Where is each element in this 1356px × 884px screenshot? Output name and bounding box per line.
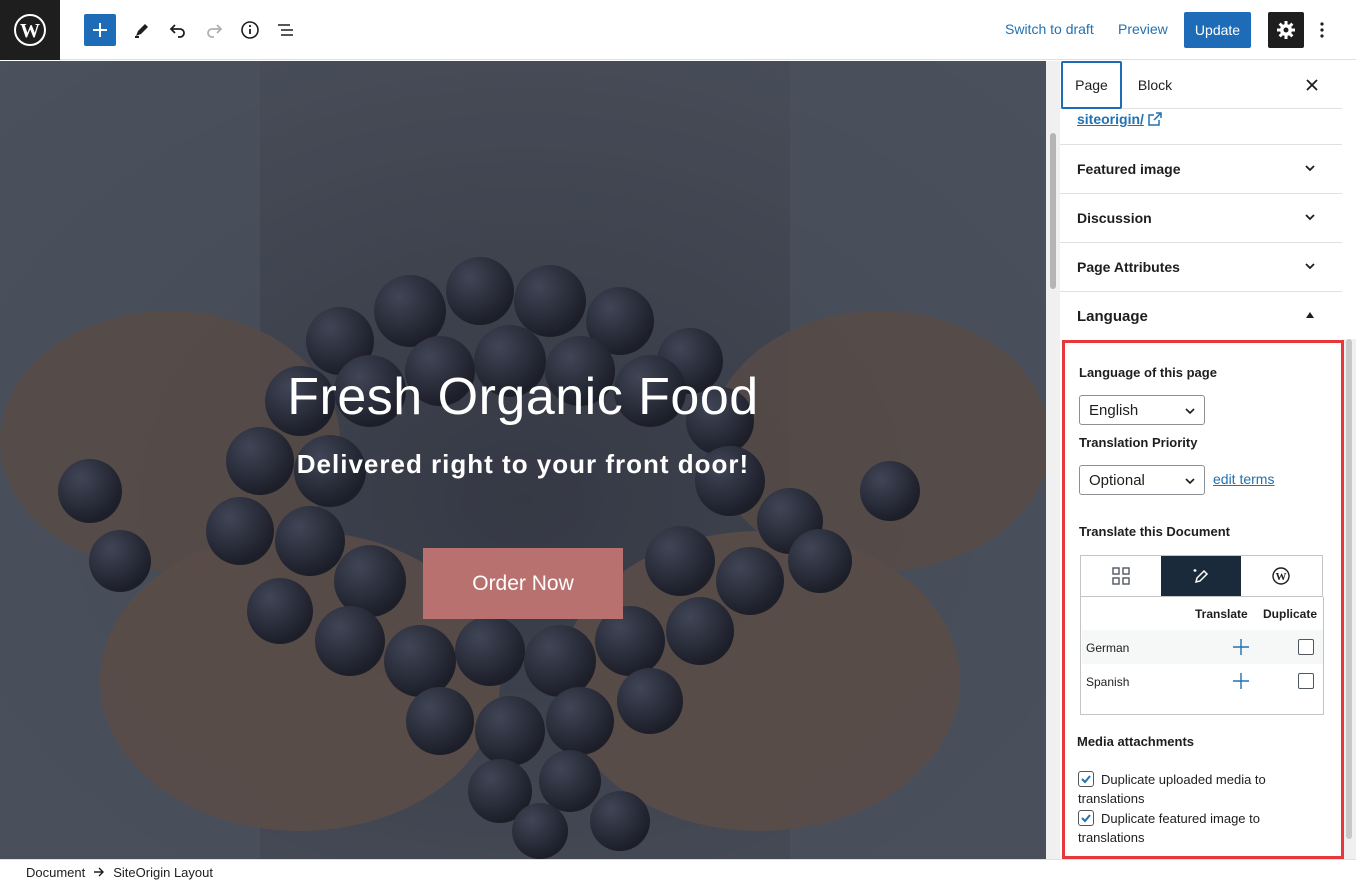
sidebar-scrollbar[interactable] (1342, 339, 1356, 859)
undo-icon (169, 24, 185, 38)
breadcrumb: Document SiteOrigin Layout (0, 859, 1356, 884)
edit-terms-link[interactable]: edit terms (1213, 471, 1274, 487)
row-language: German (1086, 641, 1130, 655)
translation-priority-label: Translation Priority (1079, 435, 1198, 450)
options-button[interactable] (1310, 12, 1334, 48)
canvas-scrollbar[interactable] (1046, 61, 1060, 859)
permalink-link[interactable]: siteorigin/ (1077, 111, 1162, 127)
chevron-down-icon (1305, 214, 1315, 221)
panel-label: Language (1077, 307, 1148, 325)
settings-sidebar: Page Block siteorigin/ Featured image Di… (1060, 61, 1356, 859)
tab-block[interactable]: Block (1130, 61, 1180, 109)
pencil-icon (135, 24, 148, 38)
chevron-down-icon (1305, 165, 1315, 172)
add-translation-plus-icon[interactable] (1232, 672, 1250, 690)
tab-advanced-translation-editor[interactable] (1161, 556, 1241, 596)
external-link-icon (1148, 112, 1162, 126)
permalink-text: siteorigin/ (1077, 111, 1144, 127)
duplicate-featured-image-label: Duplicate featured image to translations (1078, 811, 1260, 845)
redo-icon (207, 24, 223, 38)
column-header-translate: Translate (1195, 607, 1248, 621)
wordpress-logo-icon[interactable]: W (0, 0, 60, 60)
duplicate-checkbox[interactable] (1298, 639, 1314, 655)
breadcrumb-document[interactable]: Document (26, 865, 85, 880)
sidebar-scrollbar-thumb[interactable] (1346, 339, 1352, 839)
close-sidebar-button[interactable] (1300, 73, 1324, 97)
wordpress-icon: W (1272, 567, 1290, 585)
info-icon (241, 21, 259, 39)
tab-page[interactable]: Page (1061, 61, 1122, 109)
language-label: Language of this page (1079, 365, 1217, 380)
list-view-icon (278, 24, 293, 36)
plus-icon (93, 23, 107, 37)
list-view-button[interactable] (268, 12, 304, 48)
order-now-button[interactable]: Order Now (423, 548, 623, 619)
canvas-scrollbar-thumb[interactable] (1050, 133, 1056, 289)
chevron-down-icon (1185, 478, 1195, 485)
language-select[interactable]: English (1079, 395, 1205, 425)
gear-icon (1277, 21, 1295, 39)
panel-label: Discussion (1077, 210, 1152, 226)
arrow-right-icon (94, 867, 105, 877)
magic-wand-pencil-icon (1193, 569, 1209, 584)
grid-icon (1112, 567, 1130, 585)
panel-discussion[interactable]: Discussion (1060, 193, 1342, 242)
translation-editor-tabs: W (1080, 555, 1323, 597)
tools-button[interactable] (124, 12, 160, 48)
translations-table: Translate Duplicate German Spanish (1080, 597, 1324, 715)
editor-canvas[interactable]: Fresh Organic Food Delivered right to yo… (0, 61, 1046, 859)
duplicate-media-label: Duplicate uploaded media to translations (1078, 772, 1266, 806)
add-translation-plus-icon[interactable] (1232, 638, 1250, 656)
duplicate-checkbox[interactable] (1298, 673, 1314, 689)
translation-priority-select[interactable]: Optional (1079, 465, 1205, 495)
hero-subtitle[interactable]: Delivered right to your front door! (0, 449, 1046, 480)
language-panel-content: Language of this page English Translatio… (1062, 340, 1344, 859)
table-row: German (1082, 630, 1323, 664)
panel-page-attributes[interactable]: Page Attributes (1060, 242, 1342, 291)
add-block-button[interactable] (84, 14, 116, 46)
editor-toolbar: W Switch to draft Preview Update (0, 0, 1356, 60)
hero-title[interactable]: Fresh Organic Food (0, 367, 1046, 427)
details-button[interactable] (232, 12, 268, 48)
undo-button[interactable] (160, 12, 196, 48)
chevron-down-icon (1305, 263, 1315, 270)
breadcrumb-siteorigin-layout[interactable]: SiteOrigin Layout (113, 865, 213, 880)
panel-label: Featured image (1077, 161, 1181, 177)
close-icon (1306, 79, 1318, 91)
vertical-ellipsis-icon (1320, 22, 1324, 38)
table-row: Spanish (1082, 664, 1323, 698)
settings-button[interactable] (1268, 12, 1304, 48)
panel-language[interactable]: Language (1060, 291, 1342, 340)
media-attachments-label: Media attachments (1077, 734, 1195, 749)
switch-to-draft-button[interactable]: Switch to draft (1005, 21, 1094, 37)
svg-text:W: W (1276, 571, 1287, 583)
update-button[interactable]: Update (1184, 12, 1251, 48)
redo-button[interactable] (196, 12, 232, 48)
panel-label: Page Attributes (1077, 259, 1180, 275)
language-select-value: English (1089, 401, 1139, 419)
preview-button[interactable]: Preview (1118, 21, 1168, 37)
chevron-down-icon (1185, 408, 1195, 415)
row-language: Spanish (1086, 675, 1130, 689)
translate-document-label: Translate this Document (1079, 524, 1230, 539)
triangle-up-icon (1306, 312, 1314, 318)
column-header-duplicate: Duplicate (1263, 607, 1318, 621)
panel-featured-image[interactable]: Featured image (1060, 144, 1342, 193)
tab-grid-view[interactable] (1081, 556, 1161, 596)
tab-wordpress-editor[interactable]: W (1241, 556, 1321, 596)
svg-text:W: W (20, 20, 40, 42)
sidebar-tabs: Page Block (1060, 61, 1342, 109)
priority-select-value: Optional (1089, 471, 1145, 489)
